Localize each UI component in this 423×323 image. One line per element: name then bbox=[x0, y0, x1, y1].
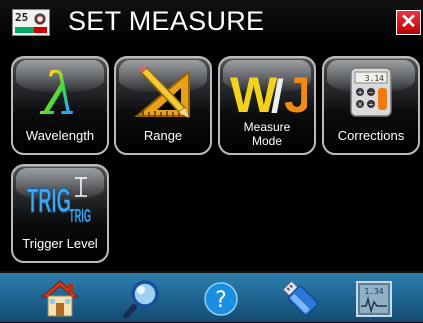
watt-joule-icon: W / J bbox=[220, 64, 314, 120]
gauge-icon bbox=[34, 13, 46, 25]
corrections-button[interactable]: 3.14 + − × ÷ Corrections bbox=[322, 56, 420, 155]
measure-mode-button[interactable]: W / J Measure Mode bbox=[218, 56, 316, 155]
svg-text:×: × bbox=[357, 101, 363, 109]
measure-mode-label-line2: Mode bbox=[251, 134, 283, 148]
svg-text:−: − bbox=[368, 89, 374, 97]
trigger-level-label: Trigger Level bbox=[22, 236, 98, 251]
search-icon[interactable] bbox=[123, 278, 163, 319]
lambda-glyph: λ bbox=[40, 64, 79, 120]
wavelength-label: Wavelength bbox=[25, 128, 95, 143]
meter-app-icon: 25 bbox=[12, 9, 50, 36]
title-bar: 25 SET MEASURE ✕ bbox=[0, 0, 423, 44]
bottom-nav-bar: ? 1.34 bbox=[0, 271, 423, 322]
ruler-pencil-icon bbox=[116, 64, 210, 120]
measure-mode-label-line1: Measure bbox=[243, 120, 291, 134]
calculator-icon: 3.14 + − × ÷ bbox=[324, 64, 418, 120]
svg-text:+: + bbox=[357, 89, 363, 97]
home-icon[interactable] bbox=[40, 278, 80, 318]
help-icon[interactable]: ? bbox=[201, 278, 241, 318]
app-icon-number: 25 bbox=[15, 11, 29, 24]
range-label: Range bbox=[143, 128, 183, 143]
trigger-level-button[interactable]: TRIG TRIG Trigger Level bbox=[11, 164, 109, 263]
range-button[interactable]: Range bbox=[114, 56, 212, 155]
window-title: SET MEASURE bbox=[68, 6, 265, 36]
svg-text:/: / bbox=[271, 70, 284, 120]
trigger-icon: TRIG TRIG bbox=[13, 172, 107, 228]
app-icon-bar bbox=[15, 27, 47, 33]
close-icon[interactable]: ✕ bbox=[396, 10, 421, 35]
monitor-display: 1.34 bbox=[364, 287, 383, 296]
measure-mode-label: Measure Mode bbox=[220, 120, 314, 148]
calculator-display: 3.14 bbox=[365, 74, 384, 83]
svg-text:J: J bbox=[284, 67, 307, 120]
usb-icon[interactable] bbox=[280, 278, 320, 318]
corrections-label: Corrections bbox=[337, 128, 405, 143]
svg-text:TRIG: TRIG bbox=[69, 206, 91, 226]
svg-text:TRIG: TRIG bbox=[27, 182, 71, 220]
monitor-icon[interactable]: 1.34 bbox=[354, 278, 394, 318]
wavelength-button[interactable]: λ Wavelength bbox=[11, 56, 109, 155]
svg-text:?: ? bbox=[215, 288, 227, 313]
lambda-icon: λ bbox=[13, 64, 107, 120]
svg-text:÷: ÷ bbox=[368, 101, 374, 109]
